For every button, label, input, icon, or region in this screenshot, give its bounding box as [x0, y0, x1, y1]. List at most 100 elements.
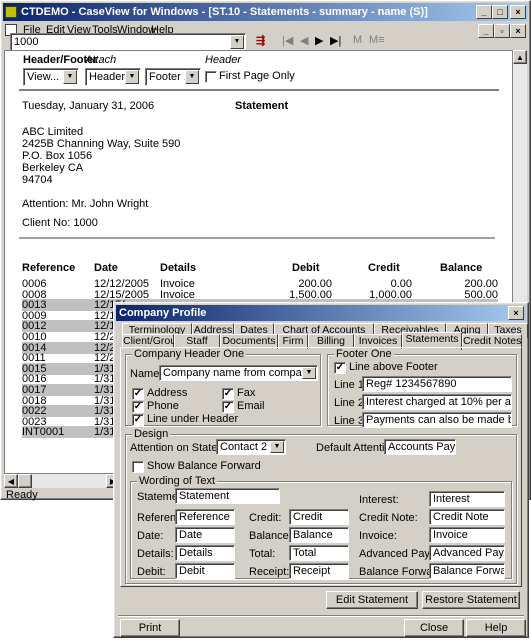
attach-header-select[interactable]: Header 1 ▼ — [85, 68, 141, 86]
header-label: Header — [205, 54, 242, 66]
divider — [118, 615, 524, 617]
chevron-down-icon[interactable]: ▼ — [63, 70, 77, 84]
doc-minimize-button[interactable]: _ — [478, 24, 494, 38]
name-select[interactable]: Company name from company profile ▼ — [159, 365, 318, 381]
phone-checkbox[interactable]: ✓ — [132, 401, 144, 413]
col-balance: Balance — [440, 262, 483, 274]
default-attention-input[interactable]: Accounts Payable — [384, 439, 456, 455]
dialog-close-button[interactable]: × — [508, 306, 524, 320]
line-under-header-checkbox[interactable]: ✓ — [132, 414, 144, 426]
receipt-word-label: Receipt: — [249, 566, 290, 578]
chevron-down-icon[interactable]: ▼ — [125, 70, 139, 84]
scroll-thumb[interactable] — [18, 474, 32, 488]
edit-statement-button[interactable]: Edit Statement — [326, 591, 418, 609]
col-debit: Debit — [292, 262, 320, 274]
total-word-input[interactable]: Total — [289, 545, 349, 561]
statement-word-input[interactable]: Statement — [175, 488, 280, 504]
main-title-bar[interactable]: CTDEMO - CaseView for Windows - [ST.10 -… — [3, 3, 528, 21]
receipt-word-input[interactable]: Receipt — [289, 563, 349, 579]
main-title: CTDEMO - CaseView for Windows - [ST.10 -… — [21, 6, 428, 18]
balance-forward-word-input[interactable]: Balance Forward — [429, 563, 505, 579]
first-page-only-label: First Page Only — [219, 70, 295, 82]
details-word-label: Details: — [137, 548, 174, 560]
attach-footer-value: Footer 1 — [149, 71, 190, 83]
doc-restore-button[interactable]: ▫ — [494, 24, 510, 38]
minimize-button[interactable]: _ — [476, 5, 492, 19]
first-page-icon[interactable]: |◀ — [282, 34, 293, 47]
print-button[interactable]: Print — [120, 619, 180, 637]
attach-footer-select[interactable]: Footer 1 ▼ — [145, 68, 201, 86]
phone-label: Phone — [147, 400, 179, 412]
credit-word-input[interactable]: Credit — [289, 509, 349, 525]
invoice-word-label: Invoice: — [359, 530, 397, 542]
attention-line: Attention: Mr. John Wright — [22, 198, 149, 210]
scroll-up-button[interactable]: ▲ — [513, 50, 527, 64]
design-group: Design Attention on Statements: Contact … — [125, 428, 517, 584]
close-dialog-button[interactable]: Close — [404, 619, 464, 637]
chevron-down-icon[interactable]: ▼ — [302, 367, 316, 379]
prev-page-icon[interactable]: ◀ — [300, 34, 308, 47]
interest-word-label: Interest: — [359, 494, 399, 506]
footer-line2-input[interactable]: Interest charged at 10% per annum. — [362, 394, 512, 410]
restore-statement-button[interactable]: Restore Statement — [422, 591, 520, 609]
email-label: Email — [237, 400, 265, 412]
address-line: 2425B Channing Way, Suite 590 — [22, 138, 181, 150]
dialog-title-bar[interactable]: Company Profile × — [116, 305, 526, 321]
footer-line3-input[interactable]: Payments can also be made by Visa and M — [362, 412, 512, 428]
last-page-icon[interactable]: ▶| — [330, 34, 341, 47]
date-word-input[interactable]: Date — [175, 527, 235, 543]
advanced-payment-word-input[interactable]: Advanced Payment — [429, 545, 505, 561]
col-date: Date — [94, 262, 118, 274]
fax-checkbox[interactable]: ✓ — [222, 388, 234, 400]
scroll-left-button[interactable]: ◀ — [4, 474, 18, 488]
line-under-header-label: Line under Header — [147, 413, 239, 425]
doc-close-button[interactable]: × — [510, 24, 526, 38]
chevron-down-icon[interactable]: ▼ — [230, 35, 244, 49]
balance-word-input[interactable]: Balance — [289, 527, 349, 543]
interest-word-input[interactable]: Interest — [429, 491, 505, 507]
fax-label: Fax — [237, 387, 256, 399]
balance-word-label: Balance: — [249, 530, 292, 542]
attention-statements-select[interactable]: Contact 2 ▼ — [216, 439, 286, 455]
first-page-only-checkbox[interactable] — [205, 71, 217, 83]
company-header-group-label: Company Header One — [132, 348, 247, 360]
attach-label: Attach — [85, 54, 117, 66]
nav-combo[interactable]: 1000 ▼ — [10, 33, 246, 51]
maximize-button[interactable]: □ — [492, 5, 508, 19]
reference-word-input[interactable]: Reference — [175, 509, 235, 525]
formula-icon[interactable]: ⇶ — [256, 34, 265, 47]
col-details: Details — [160, 262, 197, 274]
chevron-down-icon[interactable]: ▼ — [185, 70, 199, 84]
company-profile-dialog: Company Profile × Terminology Address Date… — [113, 302, 529, 638]
chevron-down-icon[interactable]: ▼ — [270, 441, 284, 453]
company-header-group: Company Header One Name: Company name fr… — [125, 348, 321, 426]
footer-line1-input[interactable]: Reg# 1234567890 — [362, 376, 512, 392]
next-page-icon[interactable]: ▶ — [315, 34, 323, 47]
view-select-value: View... — [27, 71, 60, 83]
horizontal-scrollbar[interactable]: ◀ ▶ — [4, 474, 120, 488]
date-word-label: Date: — [137, 530, 164, 542]
address-checkbox[interactable]: ✓ — [132, 388, 144, 400]
footer-group-label: Footer One — [334, 348, 394, 360]
bookmark-list-icon[interactable]: M≡ — [369, 34, 385, 46]
show-balance-forward-checkbox[interactable] — [132, 461, 144, 473]
view-select[interactable]: View... ▼ — [23, 68, 79, 86]
debit-word-input[interactable]: Debit — [175, 563, 235, 579]
credit-word-label: Credit: — [249, 512, 282, 524]
line-above-footer-label: Line above Footer — [349, 361, 438, 373]
nav-combo-value: 1000 — [14, 36, 39, 48]
bookmark-icon[interactable]: M — [353, 34, 362, 46]
line-above-footer-checkbox[interactable]: ✓ — [334, 362, 346, 374]
help-button[interactable]: Help — [466, 619, 526, 637]
details-word-input[interactable]: Details — [175, 545, 235, 561]
address-line: Berkeley CA — [22, 162, 84, 174]
email-checkbox[interactable]: ✓ — [222, 401, 234, 413]
name-label: Name: — [130, 368, 163, 380]
debit-word-label: Debit: — [137, 566, 166, 578]
address-line: 94704 — [22, 174, 53, 186]
invoice-word-input[interactable]: Invoice — [429, 527, 505, 543]
app-icon — [5, 6, 17, 18]
address-label: Address — [147, 387, 188, 399]
close-button[interactable]: × — [510, 5, 526, 19]
credit-note-word-input[interactable]: Credit Note — [429, 509, 505, 525]
